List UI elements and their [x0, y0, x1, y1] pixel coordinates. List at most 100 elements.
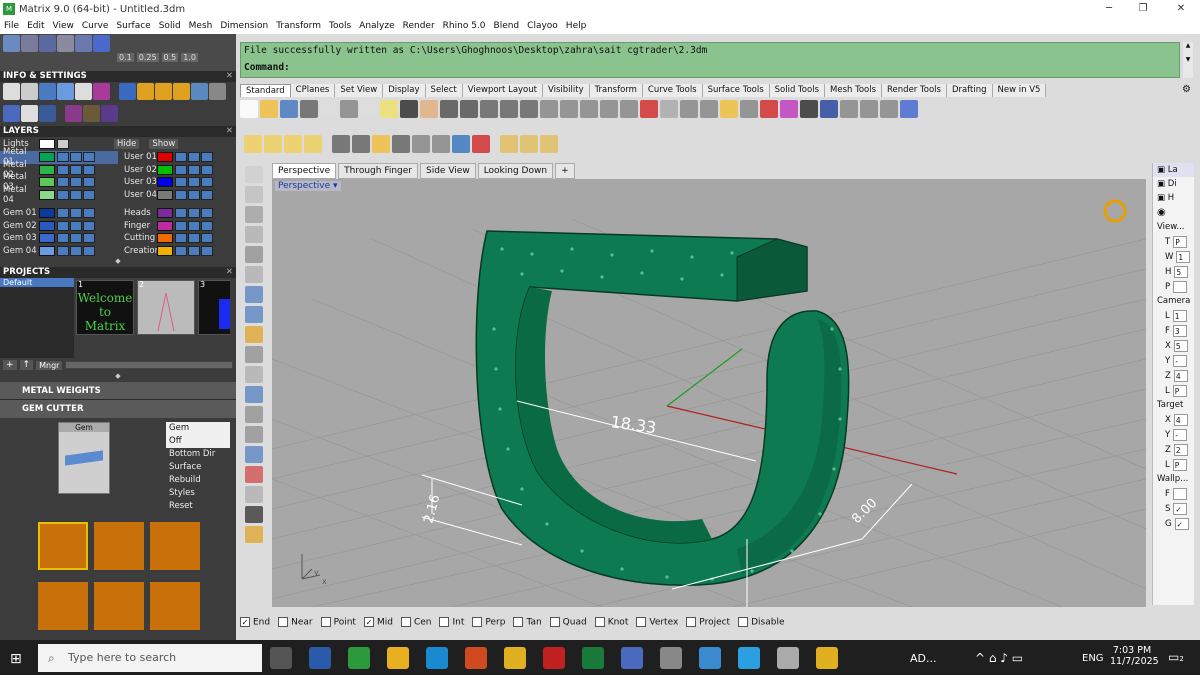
layer-toggle[interactable] — [70, 177, 82, 188]
layer-toggle[interactable] — [83, 233, 95, 244]
dimension-8[interactable]: 8.00 — [849, 496, 880, 527]
osnap-quad[interactable]: Quad — [549, 616, 587, 627]
tool-icon[interactable] — [800, 100, 818, 118]
layer-toggle[interactable] — [70, 245, 82, 256]
layer-toggle[interactable] — [70, 164, 82, 175]
command-prompt[interactable]: Command: — [244, 62, 1176, 73]
tool-icon[interactable] — [700, 100, 718, 118]
tool-icon[interactable] — [600, 100, 618, 118]
maximize-button[interactable]: ❐ — [1124, 0, 1162, 18]
tool-icon[interactable] — [580, 100, 598, 118]
command-history[interactable]: File successfully written as C:\Users\Gh… — [240, 42, 1180, 78]
tab-perspective[interactable]: Perspective — [272, 163, 337, 179]
excel-icon[interactable] — [582, 647, 604, 669]
project-thumb-1[interactable]: Welcome to Matrix 1 — [76, 280, 134, 356]
tool-icon[interactable] — [245, 506, 263, 523]
tool-icon[interactable] — [420, 100, 438, 118]
gem-preview[interactable]: Gem — [58, 422, 110, 494]
layer-toggle[interactable] — [201, 220, 213, 231]
layer-row[interactable]: Finger — [118, 220, 236, 233]
layer-toggle[interactable] — [57, 189, 69, 200]
menu-analyze[interactable]: Analyze — [355, 21, 398, 31]
telegram-icon[interactable] — [738, 647, 760, 669]
dimension-2[interactable]: 2.16 — [421, 493, 443, 525]
layer-color-swatch[interactable] — [157, 220, 173, 231]
layer-toggle[interactable] — [57, 233, 69, 244]
lights-swatch[interactable] — [39, 139, 55, 149]
tool-icon[interactable] — [284, 135, 302, 153]
layer-toggle[interactable] — [175, 164, 187, 175]
layer-toggle[interactable] — [201, 233, 213, 244]
tray-status[interactable]: AD... — [910, 652, 937, 665]
panel-value[interactable] — [1172, 487, 1187, 500]
help-tab[interactable]: ▣ H — [1153, 191, 1194, 205]
layer-toggle[interactable] — [188, 189, 200, 200]
tool-icon[interactable] — [480, 100, 498, 118]
dimension-18[interactable]: 18.33 — [609, 412, 657, 437]
layer-color-swatch[interactable] — [39, 189, 55, 200]
tool-icon[interactable] — [245, 246, 263, 263]
tab-toolbar-solid-tools[interactable]: Solid Tools — [769, 84, 825, 97]
panel-value[interactable]: 3 — [1172, 324, 1187, 337]
tool-icon[interactable] — [245, 426, 263, 443]
tab-through-finger[interactable]: Through Finger — [338, 163, 418, 179]
tab-toolbar-new-in-v5[interactable]: New in V5 — [992, 84, 1047, 97]
tool-icon[interactable] — [244, 135, 262, 153]
up-button[interactable]: ↑ — [19, 360, 34, 370]
tool-icon[interactable] — [65, 104, 82, 122]
edge-icon[interactable] — [426, 647, 448, 669]
ring-widget-icon[interactable] — [1103, 199, 1127, 223]
tool-icon[interactable] — [245, 286, 263, 303]
panel-value[interactable]: ✓ — [1174, 517, 1189, 530]
layer-toggle[interactable] — [175, 233, 187, 244]
gem-style-icon[interactable] — [38, 522, 88, 570]
checkbox[interactable] — [738, 616, 749, 627]
tab-toolbar-render-tools[interactable]: Render Tools — [882, 84, 947, 97]
layer-toggle[interactable] — [57, 177, 69, 188]
tool-icon[interactable] — [500, 135, 518, 153]
notification-icon[interactable]: ▭2 — [1168, 650, 1184, 664]
gem-dropdown[interactable]: Gem — [166, 422, 230, 435]
layer-toggle[interactable] — [188, 233, 200, 244]
reset-button[interactable]: Reset — [166, 500, 230, 513]
layer-toggle[interactable] — [57, 245, 69, 256]
menu-blend[interactable]: Blend — [490, 21, 524, 31]
checkbox[interactable] — [320, 616, 331, 627]
layer-color-swatch[interactable] — [39, 233, 55, 244]
panel-value[interactable]: P — [1173, 235, 1188, 248]
gem-style-icon[interactable] — [94, 582, 144, 630]
filter-icon[interactable] — [191, 83, 208, 100]
tool-icon[interactable] — [75, 35, 92, 52]
layer-toggle[interactable] — [201, 152, 213, 163]
tool-icon[interactable] — [245, 266, 263, 283]
tool-icon[interactable] — [21, 104, 38, 122]
paint-icon[interactable] — [93, 83, 110, 100]
layer-toggle[interactable] — [175, 152, 187, 163]
layer-color-swatch[interactable] — [157, 233, 173, 244]
gem-style-icon[interactable] — [150, 582, 200, 630]
tool-icon[interactable] — [57, 35, 74, 52]
close-button[interactable]: ✕ — [1162, 0, 1200, 18]
windows-start-icon[interactable]: ⊞ — [10, 651, 22, 667]
tool-icon[interactable] — [400, 100, 418, 118]
settings-icon[interactable] — [3, 83, 20, 100]
snap-value[interactable]: 0.5 — [161, 53, 179, 62]
layer-toggle[interactable] — [70, 233, 82, 244]
osnap-point[interactable]: Point — [320, 616, 356, 627]
layer-toggle[interactable] — [175, 208, 187, 219]
off-dropdown[interactable]: Off — [166, 435, 230, 448]
box-icon[interactable] — [57, 83, 74, 100]
app-icon[interactable] — [660, 647, 682, 669]
chrome-icon[interactable] — [816, 647, 838, 669]
app-icon[interactable] — [777, 647, 799, 669]
panel-value[interactable]: P — [1172, 458, 1187, 471]
tool-icon[interactable] — [209, 83, 226, 100]
layer-color-swatch[interactable] — [157, 177, 173, 188]
layer-color-swatch[interactable] — [157, 245, 173, 256]
projects-header[interactable]: PROJECTS ✕ — [0, 267, 236, 278]
tool-icon[interactable] — [472, 135, 490, 153]
tool-icon[interactable] — [245, 386, 263, 403]
box-icon[interactable] — [39, 83, 56, 100]
tab-toolbar-transform[interactable]: Transform — [589, 84, 643, 97]
checkbox[interactable] — [278, 616, 289, 627]
